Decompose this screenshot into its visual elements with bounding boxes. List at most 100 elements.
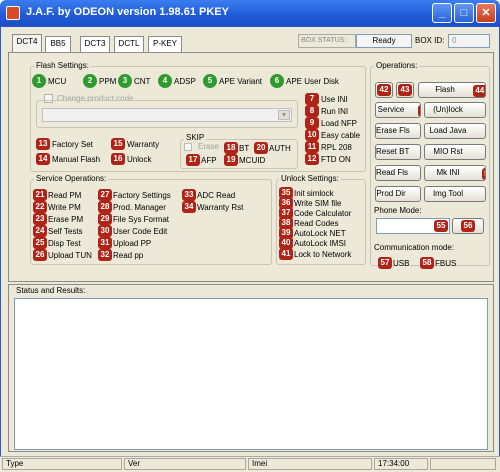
service-erase-pm[interactable]: 23 Erase PM <box>33 213 83 225</box>
option-number: 8 <box>305 105 319 117</box>
green-check-icon: 4 <box>158 74 172 88</box>
service-prod-manager[interactable]: 28 Prod. Manager <box>98 201 166 213</box>
tab-pkey[interactable]: P-KEY <box>148 36 182 52</box>
op-button-43[interactable]: 43 <box>396 82 414 98</box>
service-user-code-edit[interactable]: 30 User Code Edit <box>98 225 167 237</box>
checkbox[interactable] <box>184 142 192 151</box>
phone-mode-label: Phone Mode: <box>374 206 422 215</box>
skip-mcuid[interactable]: 19 MCUID <box>224 154 265 166</box>
skip-title: SKIP <box>184 133 207 142</box>
service-read-pm[interactable]: 21 Read PM <box>33 189 81 201</box>
option-label: Read PM <box>48 190 82 200</box>
option-number: 26 <box>33 249 47 261</box>
option-unlock[interactable]: 16 Unlock <box>111 153 151 165</box>
option-number: 23 <box>33 213 47 225</box>
tab-bb5[interactable]: BB5 <box>45 36 71 52</box>
reset-bt-button[interactable]: Reset BT49 <box>375 144 421 160</box>
option-run-ini[interactable]: 8 Run INI <box>305 105 348 117</box>
button-number: 44 <box>472 85 485 97</box>
button-label: Img Tool <box>432 189 464 198</box>
button-label: Flash <box>435 85 455 94</box>
option-factory-set[interactable]: 13 Factory Set <box>36 138 93 150</box>
comm-mode-fbus[interactable]: 58 FBUS <box>420 257 456 269</box>
option-ftd-on[interactable]: 12 FTD ON <box>305 153 351 165</box>
product-code-select[interactable]: ▼ <box>42 108 292 122</box>
option-use-ini[interactable]: 7 Use INI <box>305 93 348 105</box>
button-number: 45 <box>418 105 420 117</box>
button-number: 54 <box>485 189 486 201</box>
comm-mode-label: Communication mode: <box>374 243 455 252</box>
option-label: AUTH <box>269 143 291 153</box>
flash-option-adsp[interactable]: 4 ADSP <box>158 74 196 88</box>
option-number: 20 <box>254 142 268 154</box>
button-label: Prod Dir <box>376 189 406 198</box>
phone-mode-button[interactable]: 56 <box>452 218 484 234</box>
option-label: User Code Edit <box>113 226 168 236</box>
status-results-log[interactable] <box>14 298 488 450</box>
img-tool-button[interactable]: Img Tool 54 <box>424 186 486 202</box>
service-button[interactable]: Service 45 <box>375 102 421 118</box>
skip-auth[interactable]: 20 AUTH <box>254 142 291 154</box>
service-disp-test[interactable]: 25 Disp Test <box>33 237 81 249</box>
option-label: BT <box>239 143 250 153</box>
skip-afp[interactable]: 17 AFP <box>186 154 217 166</box>
service-adc-read[interactable]: 33 ADC Read <box>182 189 235 201</box>
prod-dir-button[interactable]: Prod Dir 53 <box>375 186 421 202</box>
service-read-pp[interactable]: 32 Read pp <box>98 249 143 261</box>
service-upload-pp[interactable]: 31 Upload PP <box>98 237 151 249</box>
unlock-settings-title: Unlock Settings: <box>279 174 341 183</box>
option-number: 29 <box>98 213 112 225</box>
service-self-tests[interactable]: 24 Self Tests <box>33 225 83 237</box>
flash-option-cnt[interactable]: 3 CNT <box>118 74 150 88</box>
option-load-nfp[interactable]: 9 Load NFP <box>305 117 357 129</box>
service-warranty-rst[interactable]: 34 Warranty Rst <box>182 201 243 213</box>
flash-settings-title: Flash Settings: <box>34 61 91 70</box>
option-label: AFP <box>201 155 217 165</box>
service-upload-tun[interactable]: 26 Upload TUN <box>33 249 92 261</box>
read-fls-button[interactable]: Read Fls51 <box>375 165 421 181</box>
op-button-42[interactable]: 42 <box>375 82 393 98</box>
flash-option-ppm[interactable]: 2 PPM <box>83 74 116 88</box>
unlock-lock-to-network[interactable]: 41 Lock to Network <box>279 248 351 260</box>
option-warranty[interactable]: 15 Warranty <box>111 138 159 150</box>
green-check-icon: 6 <box>270 74 284 88</box>
maximize-button[interactable]: □ <box>454 3 474 23</box>
flash-option-ape-variant[interactable]: 5 APE Variant <box>203 74 262 88</box>
tab-dctl[interactable]: DCTL <box>114 36 144 52</box>
tab-dct4[interactable]: DCT4 <box>12 34 42 53</box>
load-java-button[interactable]: Load Java48 <box>424 123 486 139</box>
option-rpl-208[interactable]: 11 RPL 208 <box>305 141 352 153</box>
service-factory-settings[interactable]: 27 Factory Settings <box>98 189 171 201</box>
unlock-button[interactable]: (Un)lock 46 <box>424 102 486 118</box>
service-file-sys-format[interactable]: 29 File Sys Format <box>98 213 169 225</box>
button-label: Read Fls <box>376 168 409 177</box>
option-number: 14 <box>36 153 50 165</box>
tab-dct3[interactable]: DCT3 <box>80 36 110 52</box>
service-write-pm[interactable]: 22 Write PM <box>33 201 81 213</box>
option-number: 10 <box>305 129 319 141</box>
minimize-button[interactable]: _ <box>432 3 452 23</box>
statusbar-time: 17:34:00 <box>374 458 428 470</box>
option-number: 9 <box>305 117 319 129</box>
option-number: 16 <box>111 153 125 165</box>
option-manual-flash[interactable]: 14 Manual Flash <box>36 153 100 165</box>
comm-mode-usb[interactable]: 57 USB <box>378 257 409 269</box>
mk-ini-button[interactable]: Mk INI 52 <box>424 165 486 181</box>
flash-button[interactable]: Flash 44 <box>418 82 486 98</box>
mio-rst-button[interactable]: MIO Rst 50 <box>424 144 486 160</box>
skip-erase[interactable]: Erase <box>184 142 219 151</box>
button-label: Mk INI <box>436 168 460 177</box>
erase-fls-button[interactable]: Erase Fls47 <box>375 123 421 139</box>
statusbar-imei: Imei <box>248 458 372 470</box>
close-button[interactable]: ✕ <box>476 3 496 23</box>
option-label: FTD ON <box>321 154 351 164</box>
flash-option-mcu[interactable]: 1 MCU <box>32 74 66 88</box>
flash-option-ape-user-disk[interactable]: 6 APE User Disk <box>270 74 339 88</box>
skip-bt[interactable]: 18 BT <box>224 142 249 154</box>
option-number: 22 <box>33 201 47 213</box>
option-easy-cable[interactable]: 10 Easy cable <box>305 129 360 141</box>
option-number: 33 <box>182 189 196 201</box>
button-label: Reset BT <box>376 147 410 156</box>
box-status-value: Ready <box>356 34 412 48</box>
button-label: Load Java <box>429 126 467 135</box>
